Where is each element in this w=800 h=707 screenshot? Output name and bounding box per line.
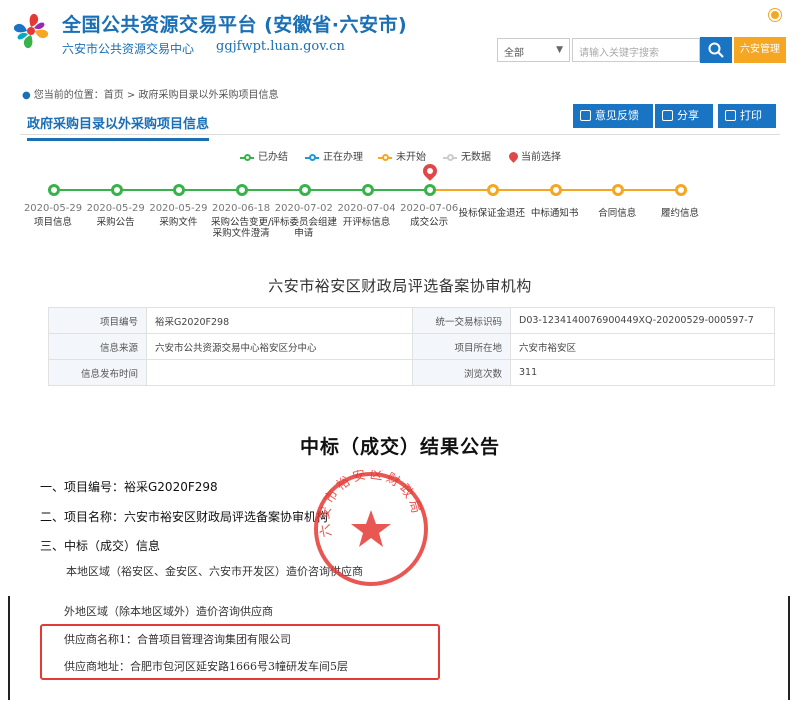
table-row: 项目编号 裕采G2020F298 统一交易标识码 D03-12341400769… <box>48 307 775 334</box>
timeline-label: 项目信息 <box>33 217 72 228</box>
timeline-label: 评标委员会组建申请 <box>270 217 338 239</box>
timeline-label: 采购公告变更/采购文件澄清 <box>210 217 272 239</box>
legend-todo-label: 未开始 <box>396 152 426 163</box>
share-button[interactable]: 分享 <box>655 104 713 128</box>
legend-todo: 未开始 <box>378 151 426 165</box>
timeline-label: 采购文件 <box>159 217 198 228</box>
print-button[interactable]: 打印 <box>718 104 776 128</box>
feedback-label: 意见反馈 <box>595 109 639 122</box>
timeline-label: 合同信息 <box>598 208 637 219</box>
share-label: 分享 <box>677 109 699 122</box>
cell-label: 项目所在地 <box>412 333 511 360</box>
cell-label: 项目编号 <box>48 307 147 334</box>
cell-value: D03-1234140076900449XQ-20200529-000597-7 <box>510 307 775 334</box>
manage-button[interactable]: 六安管理 <box>734 37 786 63</box>
timeline-dot-icon <box>424 184 437 196</box>
chevron-down-icon: ▼ <box>556 45 563 55</box>
announcement-project-name: 二、项目名称：六安市裕安区财政局评选备案协审机构 <box>40 510 329 524</box>
legend-dot-icon <box>447 154 454 161</box>
legend-dot-icon <box>382 154 389 161</box>
announcement-title: 中标（成交）结果公告 <box>299 436 500 458</box>
timeline-dot-icon <box>612 184 625 196</box>
timeline-dot-icon <box>298 184 311 196</box>
timeline-dot-icon <box>236 184 249 196</box>
print-icon <box>725 110 736 121</box>
supplier-address: 供应商地址：合肥市包河区延安路1666号3幢研发车间5层 <box>64 660 348 673</box>
edit-icon <box>580 110 591 121</box>
project-info-table: 项目编号 裕采G2020F298 统一交易标识码 D03-12341400769… <box>48 307 775 386</box>
share-icon <box>662 110 673 121</box>
cell-label: 统一交易标识码 <box>412 307 511 334</box>
legend-doing-label: 正在办理 <box>323 152 363 163</box>
timeline-label: 中标通知书 <box>530 208 579 219</box>
timeline-dot-icon <box>675 184 687 196</box>
seal-star-icon <box>351 510 391 547</box>
legend-current: 当前选择 <box>507 150 561 165</box>
site-url[interactable]: ggjfwpt.luan.gov.cn <box>216 39 345 54</box>
project-title: 六安市裕安区财政局评选备案协审机构 <box>268 277 532 295</box>
search-button[interactable] <box>700 37 732 63</box>
site-header: 全国公共资源交易平台 (安徽省·六安市) 六安市公共资源交易中心 ggjfwpt… <box>0 0 800 72</box>
timeline-label: 履约信息 <box>660 208 699 219</box>
timeline-label: 开评标信息 <box>342 217 391 228</box>
timeline-dot-icon <box>110 184 123 196</box>
cell-label: 信息发布时间 <box>48 359 147 386</box>
cell-label: 信息来源 <box>48 333 147 360</box>
site-title: 全国公共资源交易平台 (安徽省·六安市) <box>62 14 408 36</box>
legend-done-label: 已办结 <box>258 152 288 163</box>
map-pin-icon <box>507 150 520 163</box>
location-pin-icon: ● <box>22 90 31 101</box>
table-row: 信息发布时间 浏览次数 311 <box>48 359 775 386</box>
feedback-button[interactable]: 意见反馈 <box>573 104 653 128</box>
timeline-label: 投标保证金退还 <box>458 208 526 219</box>
site-logo[interactable] <box>8 8 54 54</box>
breadcrumb: ● 您当前的位置：首页 > 政府采购目录以外采购项目信息 <box>22 86 278 101</box>
official-seal: 六安市裕安区财政局 <box>314 470 428 586</box>
timeline-dot-icon <box>549 184 562 196</box>
external-suppliers-heading: 外地区域（除本地区域外）造价咨询供应商 <box>64 605 273 618</box>
cell-value: 六安市公共资源交易中心裕安区分中心 <box>146 333 413 360</box>
timeline-dot-icon <box>48 184 60 196</box>
site-subtitle: 六安市公共资源交易中心 <box>62 42 195 56</box>
legend-none-label: 无数据 <box>461 152 491 163</box>
supplier-name: 供应商名称1：合普项目管理咨询集团有限公司 <box>64 633 291 646</box>
announcement-result-heading: 三、中标（成交）信息 <box>40 539 161 553</box>
legend-current-label: 当前选择 <box>521 152 561 163</box>
table-row: 信息来源 六安市公共资源交易中心裕安区分中心 项目所在地 六安市裕安区 <box>48 333 775 360</box>
cell-value: 311 <box>510 359 775 386</box>
progress-timeline: 2020-05-29 项目信息 2020-05-29 采购公告 2020-05-29 采购… <box>0 161 800 258</box>
timeline-label: 采购公告 <box>96 217 135 228</box>
search-icon <box>708 42 724 58</box>
search-scope-select[interactable]: 全部 ▼ <box>497 38 570 62</box>
notification-dot-icon[interactable] <box>769 9 781 21</box>
legend-doing: 正在办理 <box>305 151 363 165</box>
legend-dot-icon <box>244 154 251 161</box>
print-label: 打印 <box>740 109 762 122</box>
tab-divider <box>20 134 780 135</box>
timeline-dot-icon <box>361 184 374 196</box>
search-scope-value: 全部 <box>504 48 524 59</box>
timeline-dot-icon <box>486 184 499 196</box>
timeline-label: 成交公示 <box>410 217 449 228</box>
legend-dot-icon <box>309 154 316 161</box>
cell-value: 裕采G2020F298 <box>146 307 413 334</box>
legend-none: 无数据 <box>443 151 491 165</box>
cell-value: 六安市裕安区 <box>510 333 775 360</box>
legend-done: 已办结 <box>240 151 288 165</box>
breadcrumb-text[interactable]: 您当前的位置：首页 > 政府采购目录以外采购项目信息 <box>34 90 279 101</box>
page-tab-title[interactable]: 政府采购目录以外采购项目信息 <box>27 113 210 141</box>
cell-label: 浏览次数 <box>412 359 511 386</box>
cell-value <box>146 359 413 386</box>
announcement-project-no: 一、项目编号：裕采G2020F298 <box>40 480 218 494</box>
search-input[interactable]: 请输入关键字搜索 <box>572 38 700 62</box>
timeline-dot-icon <box>173 184 186 196</box>
